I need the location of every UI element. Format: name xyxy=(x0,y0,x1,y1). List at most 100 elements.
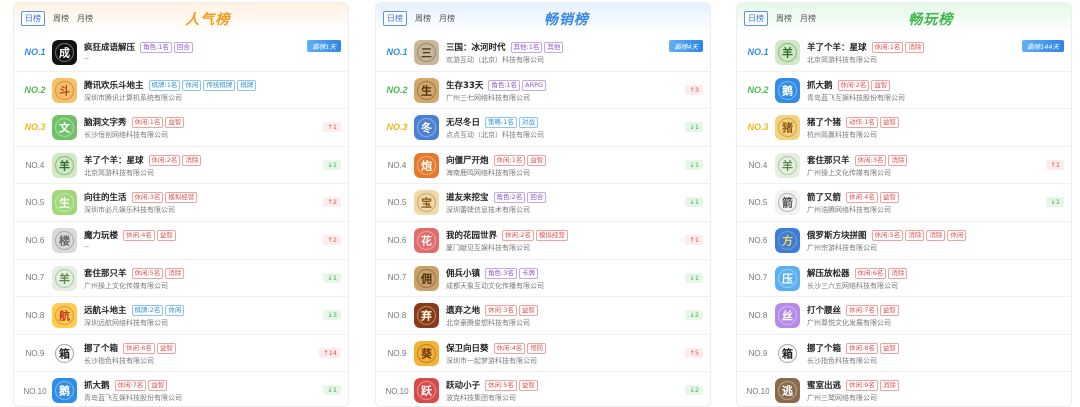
game-name[interactable]: 俄罗斯方块拼图 休闲:5名 消除 消除 休闲 xyxy=(807,229,967,241)
game-name-text[interactable]: 无尽冬日 xyxy=(446,118,480,128)
game-name[interactable]: 脑洞文字秀 休闲:1名 益智 xyxy=(84,116,185,129)
list-item[interactable]: NO.2 斗 腾讯欢乐斗地主 棋牌:1名 休闲 传统棋牌 棋牌 深圳市腾讯计算机系统有限公司 xyxy=(14,72,348,110)
tab-monthly[interactable]: 月榜 xyxy=(800,13,816,24)
game-name[interactable]: 我的花园世界 休闲:2名 模拟经营 xyxy=(446,229,568,241)
game-name[interactable]: 生存33天 角色:1名 ARPG xyxy=(446,79,547,91)
game-name[interactable]: 打个腰丝 休闲:7名 益智 xyxy=(807,304,899,317)
game-name-text[interactable]: 打个腰丝 xyxy=(807,306,841,316)
game-name-text[interactable]: 套住那只羊 xyxy=(807,156,850,166)
game-name-text[interactable]: 向往的生活 xyxy=(84,193,127,203)
survival-icon[interactable]: 生 xyxy=(414,77,439,103)
list-item[interactable]: NO.2 鹅 抓大鹅 休闲:2名 益智 青岛蓝飞互娱科技股份有限公司 xyxy=(737,72,1071,110)
game-name-text[interactable]: 腾讯欢乐斗地主 xyxy=(84,81,144,91)
tab-daily[interactable]: 日榜 xyxy=(21,10,45,26)
landlord-icon[interactable]: 斗 xyxy=(52,77,77,103)
game-name-text[interactable]: 三国：冰河时代 xyxy=(446,43,506,53)
list-item[interactable]: NO.3 冬 无尽冬日 策略:1名 对战 点点互动（北京）科技有限公司 ↓1 xyxy=(376,109,710,147)
game-name-text[interactable]: 挪了个箱 xyxy=(84,344,118,354)
game-name-text[interactable]: 箭了又箭 xyxy=(807,193,841,203)
tab-monthly[interactable]: 月榜 xyxy=(439,13,455,24)
game-name-text[interactable]: 疯狂成语解压 xyxy=(84,43,135,53)
list-item[interactable]: NO.5 箭 箭了又箭 休闲:4名 益智 广州浩腾网络科技有限公司 ↓1 xyxy=(737,184,1071,222)
trap-sheep-icon[interactable]: 羊 xyxy=(775,152,800,178)
game-name-text[interactable]: 羊了个羊：星球 xyxy=(84,156,144,166)
screw-icon[interactable]: 丝 xyxy=(775,303,800,329)
box-icon[interactable]: 箱 xyxy=(52,340,77,366)
mercenary-icon[interactable]: 佣 xyxy=(414,265,439,291)
game-name-text[interactable]: 蜜室出逃 xyxy=(807,381,841,391)
list-item[interactable]: NO.4 羊 套住那只羊 休闲:3名 消除 广州操上文化传媒有限公司 ↑1 xyxy=(737,147,1071,185)
list-item[interactable]: NO.7 羊 套住那只羊 休闲:5名 消除 广州操上文化传媒有限公司 ↓1 xyxy=(14,260,348,298)
garden-icon[interactable]: 花 xyxy=(414,227,439,253)
list-item[interactable]: NO.8 丝 打个腰丝 休闲:7名 益智 广州尊悦文化发展有限公司 xyxy=(737,297,1071,335)
game-name-text[interactable]: 抓大鹅 xyxy=(84,381,110,391)
game-name-text[interactable]: 解压放松器 xyxy=(807,269,850,279)
game-name[interactable]: 腾讯欢乐斗地主 棋牌:1名 休闲 传统棋牌 棋牌 xyxy=(84,79,257,91)
game-name[interactable]: 羊了个羊：星球 休闲:1名 消除 xyxy=(807,41,925,53)
goose-icon[interactable]: 鹅 xyxy=(775,77,800,103)
game-name[interactable]: 遗弃之地 休闲:3名 益智 xyxy=(446,304,538,317)
game-name-text[interactable]: 远航斗地主 xyxy=(84,306,127,316)
game-name-text[interactable]: 生存33天 xyxy=(446,81,483,91)
list-item[interactable]: NO.9 葵 保卫向日葵 休闲:4名 塔防 深圳市一起梦游科技有限公司 ↑5 xyxy=(376,335,710,373)
escape-icon[interactable]: 逃 xyxy=(775,378,800,404)
list-item[interactable]: NO.2 生 生存33天 角色:1名 ARPG 广州三七网络科技有限公司 ↑3 xyxy=(376,72,710,110)
list-item[interactable]: NO.7 压 解压放松器 休闲:6名 消除 长沙三六五网络科技有限公司 xyxy=(737,260,1071,298)
list-item[interactable]: NO.6 楼魔力玩楼 休闲:4名 益智 -- ↑2 xyxy=(14,222,348,260)
list-item[interactable]: NO.1 羊 羊了个羊：星球 休闲:1名 消除 北京简游科技有限公司 霸榜144天 xyxy=(737,34,1071,72)
game-name[interactable]: 猪了个猪 动作:1名 益智 xyxy=(807,116,899,129)
game-name[interactable]: 向往的生活 休闲:3名 模拟经营 xyxy=(84,191,198,204)
game-name-text[interactable]: 套住那只羊 xyxy=(84,269,127,279)
game-name[interactable]: 蜜室出逃 休闲:9名 消除 xyxy=(807,379,899,392)
tab-weekly[interactable]: 周榜 xyxy=(776,13,792,24)
tetris-icon[interactable]: 方 xyxy=(775,227,800,253)
game-name[interactable]: 挪了个箱 休闲:6名 益智 xyxy=(84,342,176,354)
game-name[interactable]: 抓大鹅 休闲:7名 益智 xyxy=(84,379,168,392)
game-name-text[interactable]: 猪了个猪 xyxy=(807,118,841,128)
list-item[interactable]: NO.6 花 我的花园世界 休闲:2名 模拟经营 厦门献见互娱科技有限公司 ↑1 xyxy=(376,222,710,260)
list-item[interactable]: NO.8 弃 遗弃之地 休闲:3名 益智 北京豪腾俊想科技有限公司 ↓2 xyxy=(376,297,710,335)
game-name[interactable]: 远航斗地主 棋牌:2名 休闲 xyxy=(84,304,185,317)
game-name-text[interactable]: 向僵尸开炮 xyxy=(446,156,489,166)
game-name[interactable]: 三国：冰河时代 其他:1名 其他 xyxy=(446,41,564,53)
tab-weekly[interactable]: 周榜 xyxy=(53,13,69,24)
list-item[interactable]: NO.3 猪 猪了个猪 动作:1名 益智 杭州简赢科技有限公司 xyxy=(737,109,1071,147)
zombie-icon[interactable]: 炮 xyxy=(414,152,439,178)
game-name-text[interactable]: 抓大鹅 xyxy=(807,81,833,91)
game-name-text[interactable]: 脑洞文字秀 xyxy=(84,118,127,128)
game-name[interactable]: 抓大鹅 休闲:2名 益智 xyxy=(807,79,891,91)
list-item[interactable]: NO.8 航 远航斗地主 棋牌:2名 休闲 深圳远航网络科技有限公司 ↓3 xyxy=(14,297,348,335)
tower-icon[interactable]: 楼 xyxy=(52,227,77,253)
list-item[interactable]: NO.4 羊 羊了个羊：星球 休闲:2名 消除 北京简游科技有限公司 ↓1 xyxy=(14,147,348,185)
list-item[interactable]: NO.6 方俄罗斯方块拼图 休闲:5名 消除 消除 休闲 广州宗游科技有限公司 xyxy=(737,222,1071,260)
list-item[interactable]: NO.9 箱 挪了个箱 休闲:8名 益智 长沙指色科技有限公司 xyxy=(737,335,1071,373)
game-name[interactable]: 道友来挖宝 角色:2名 回合 xyxy=(446,191,547,204)
game-name[interactable]: 套住那只羊 休闲:3名 消除 xyxy=(807,154,908,166)
list-item[interactable]: NO.3 文脑洞文字秀 休闲:1名 益智 长沙恒创网络科技有限公司 ↑1 xyxy=(14,109,348,147)
list-item[interactable]: NO.10 跃跃动小子 休闲:5名 益智 波克科技集团有限公司 ↓2 xyxy=(376,372,710,406)
game-name-text[interactable]: 跃动小子 xyxy=(446,381,480,391)
game-name-text[interactable]: 我的花园世界 xyxy=(446,231,497,241)
game-name[interactable]: 向僵尸开炮 休闲:1名 益智 xyxy=(446,154,547,166)
list-item[interactable]: NO.5 宝 道友来挖宝 角色:2名 回合 深圳蕾婕信息技术有限公司 ↓1 xyxy=(376,184,710,222)
list-item[interactable]: NO.4 炮 向僵尸开炮 休闲:1名 益智 海南鹿鸣网络科技有限公司 ↓1 xyxy=(376,147,710,185)
arrow-icon[interactable]: 箭 xyxy=(775,190,800,216)
game-name-text[interactable]: 遗弃之地 xyxy=(446,306,480,316)
list-item[interactable]: NO.1 成 疯狂成语解压 角色:1名 回合 -- 霸榜1天 xyxy=(14,34,348,72)
list-item[interactable]: NO.10 逃蜜室出逃 休闲:9名 消除 广州三鹭网络有限公司 xyxy=(737,372,1071,406)
box-icon[interactable]: 箱 xyxy=(775,340,800,366)
game-name-text[interactable]: 俄罗斯方块拼图 xyxy=(807,231,867,241)
sheep-icon[interactable]: 羊 xyxy=(52,152,77,178)
tab-daily[interactable]: 日榜 xyxy=(744,10,768,26)
game-name-text[interactable]: 挪了个箱 xyxy=(807,344,841,354)
list-item[interactable]: NO.9 箱 挪了个箱 休闲:6名 益智 长沙指色科技有限公司 ↑14 xyxy=(14,335,348,373)
game-name[interactable]: 魔力玩楼 休闲:4名 益智 xyxy=(84,229,176,241)
relax-icon[interactable]: 压 xyxy=(775,265,800,291)
game-name-text[interactable]: 魔力玩楼 xyxy=(84,231,118,241)
tab-weekly[interactable]: 周榜 xyxy=(415,13,431,24)
game-name[interactable]: 解压放松器 休闲:6名 消除 xyxy=(807,267,908,279)
three-kingdoms-icon[interactable]: 三 xyxy=(414,40,439,65)
sunflower-icon[interactable]: 葵 xyxy=(414,340,439,366)
game-name[interactable]: 羊了个羊：星球 休闲:2名 消除 xyxy=(84,154,202,166)
tab-daily[interactable]: 日榜 xyxy=(383,10,407,26)
